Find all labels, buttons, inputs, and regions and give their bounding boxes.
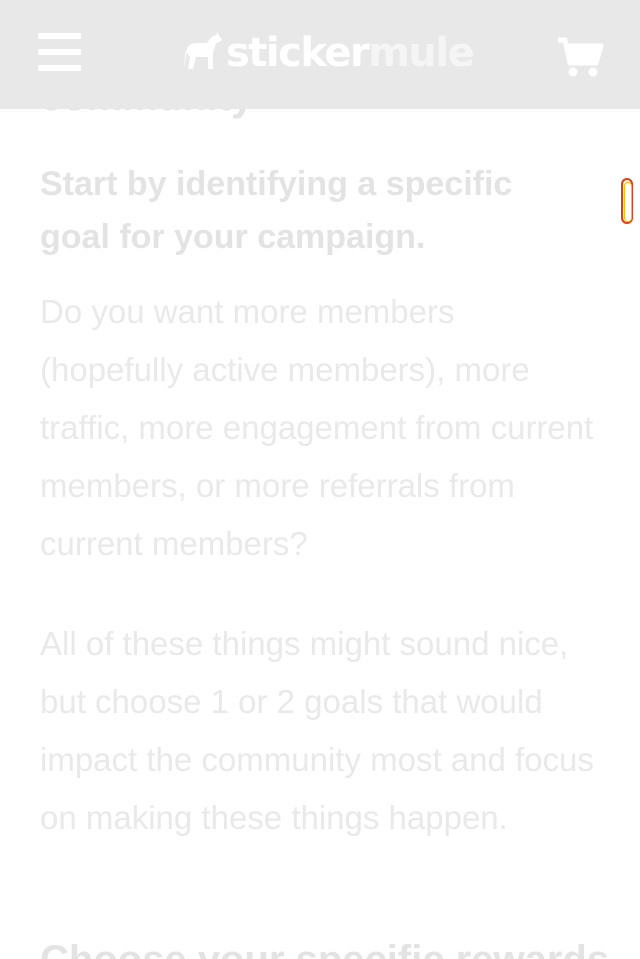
hamburger-menu-icon[interactable]	[38, 33, 82, 73]
next-section-heading: Choose your specific rewards	[40, 930, 609, 959]
lead-paragraph: Start by identifying a specific goal for…	[40, 165, 513, 256]
scroll-handle[interactable]	[621, 178, 633, 224]
page: stickermule community Start by identifyi…	[0, 0, 640, 959]
mule-icon	[184, 32, 222, 69]
site-logo[interactable]: sticker mule	[180, 28, 475, 78]
shopping-cart-icon[interactable]	[556, 36, 604, 78]
logo-text-mule: mule	[368, 30, 475, 76]
body-paragraph-1: Do you want more members (hopefully acti…	[40, 293, 594, 562]
body-paragraph-2: All of these things might sound nice, bu…	[40, 625, 594, 836]
logo-text-sticker: sticker	[226, 30, 370, 76]
site-header: sticker mule	[0, 0, 640, 109]
